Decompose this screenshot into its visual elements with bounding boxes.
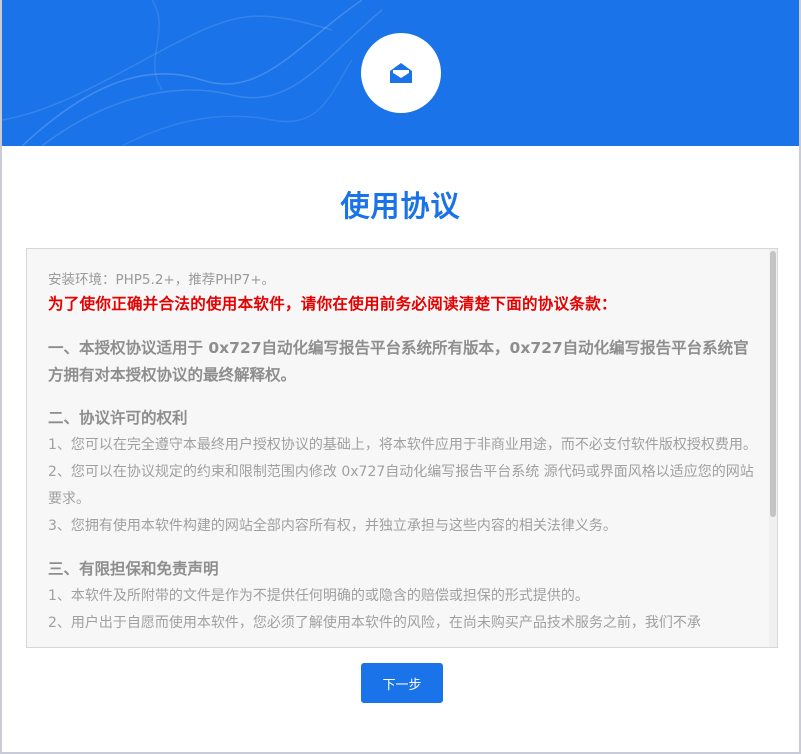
section-3-title: 三、有限担保和免责声明 (48, 560, 219, 578)
section-3-item: 1、本软件及所附带的文件是作为不提供任何明确的或隐含的赔偿或担保的形式提供的。 (48, 588, 589, 604)
scrollbar-thumb[interactable] (770, 251, 776, 517)
page-title: 使用协议 (340, 189, 461, 223)
agreement-content: 安装环境：PHP5.2+，推荐PHP7+。 为了使你正确并合法的使用本软件，请你… (48, 269, 763, 637)
section-2-item: 3、您拥有使用本软件构建的网站全部内容所有权，并独立承担与这些内容的相关法律义务… (48, 518, 617, 534)
section-3-item: 2、用户出于自愿而使用本软件，您必须了解使用本软件的风险，在尚未购买产品技术服务… (48, 615, 701, 631)
section-1-title: 一、本授权协议适用于 0x727自动化编写报告平台系统所有版本，0x727自动化… (48, 339, 749, 384)
next-step-button[interactable]: 下一步 (361, 663, 443, 703)
section-2-title: 二、协议许可的权利 (48, 409, 188, 427)
scrollbar-track[interactable] (769, 249, 777, 647)
install-panel: 使用协议 安装环境：PHP5.2+，推荐PHP7+。 为了使你正确并合法的使用本… (2, 0, 799, 752)
environment-note: 安装环境：PHP5.2+，推荐PHP7+。 (48, 272, 276, 288)
section-2-item: 2、您可以在协议规定的约束和限制范围内修改 0x727自动化编写报告平台系统 源… (48, 464, 754, 507)
open-envelope-icon (390, 63, 412, 83)
section-2-item: 1、您可以在完全遵守本最终用户授权协议的基础上，将本软件应用于非商业用途，而不必… (48, 437, 757, 453)
agreement-scroll-box[interactable]: 安装环境：PHP5.2+，推荐PHP7+。 为了使你正确并合法的使用本软件，请你… (26, 248, 778, 648)
warning-notice: 为了使你正确并合法的使用本软件，请你在使用前务必阅读清楚下面的协议条款： (48, 295, 617, 313)
header-banner (2, 0, 799, 146)
logo-badge (361, 33, 441, 113)
